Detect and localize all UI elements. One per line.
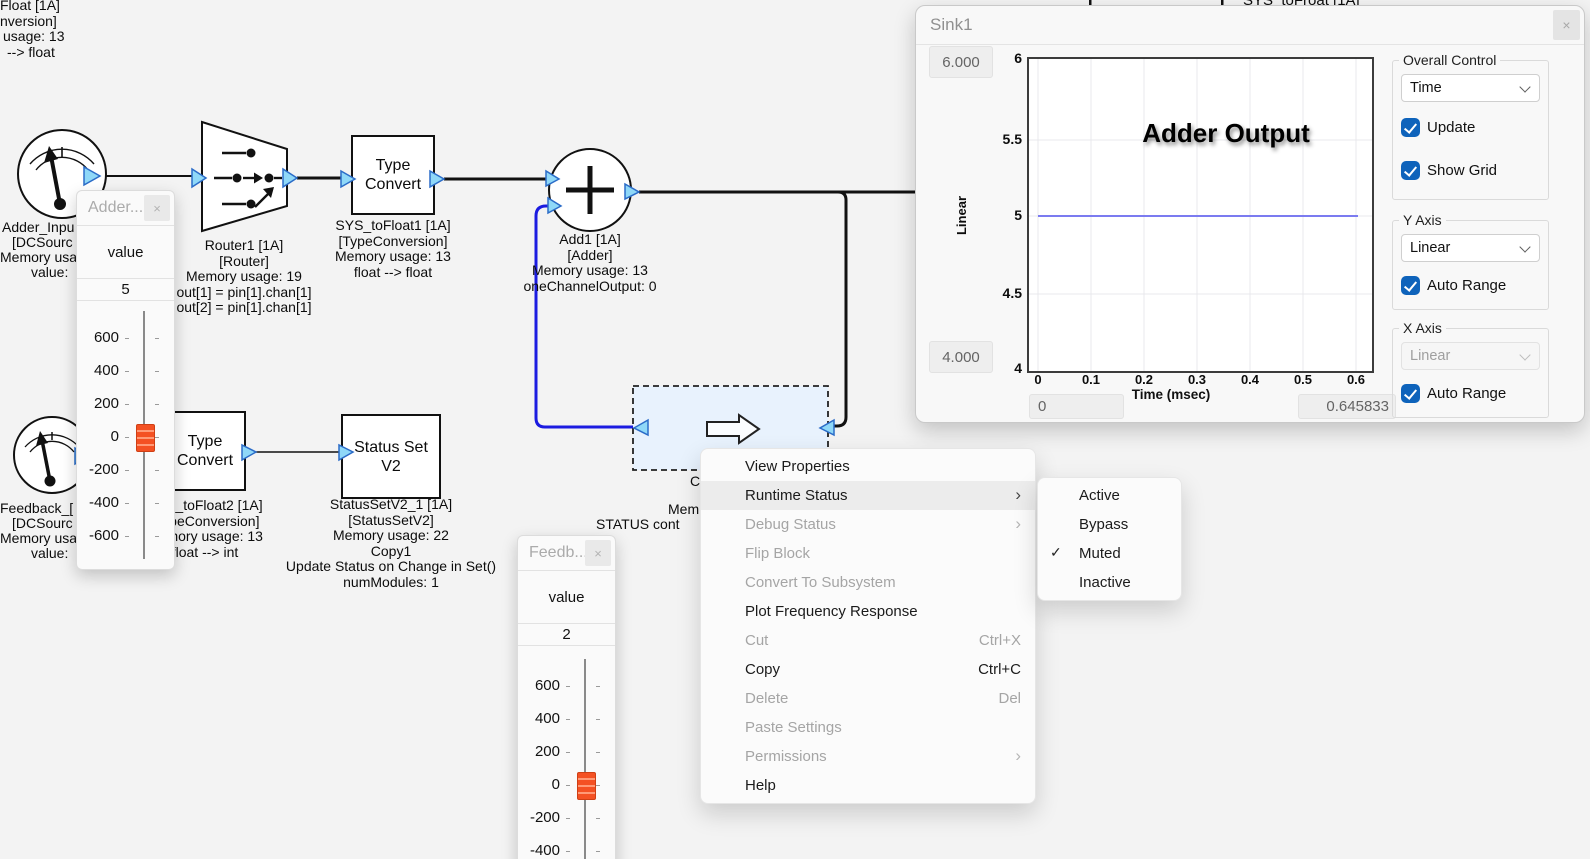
sink1-window: Sink1 × 6.000 4.000 Linear Adder Output … xyxy=(915,5,1585,423)
window-title: Sink1 xyxy=(930,15,973,35)
feedback-slider-panel: Feedb... × value 2 600 400 200 0 -200 -4… xyxy=(517,535,616,859)
window-titlebar[interactable]: Sink1 × xyxy=(916,6,1584,45)
panel-titlebar[interactable]: Feedb... × xyxy=(518,536,615,571)
value-field[interactable]: 2 xyxy=(518,624,615,646)
value-label: value xyxy=(518,571,615,624)
x-auto-range-row[interactable]: Auto Range xyxy=(1401,384,1540,403)
panel-title: Feedb... xyxy=(529,544,588,562)
menu-item-view-properties[interactable]: View Properties xyxy=(701,452,1035,481)
panel-title: Adder... xyxy=(88,199,143,217)
show-grid-checkbox-row[interactable]: Show Grid xyxy=(1401,161,1540,180)
submenu-item-inactive[interactable]: Inactive xyxy=(1038,568,1181,597)
menu-item-convert-to-subsystem: Convert To Subsystem xyxy=(701,568,1035,597)
tick-label: 600 xyxy=(518,678,560,694)
x-max-box: 0.645833 xyxy=(1298,394,1396,419)
type-convert2-text: Type Convert xyxy=(165,412,245,490)
checkbox-checked-icon[interactable] xyxy=(1401,118,1420,137)
group-legend: Overall Control xyxy=(1399,52,1500,68)
output-port xyxy=(283,169,297,187)
update-checkbox-row[interactable]: Update xyxy=(1401,118,1540,137)
submenu-arrow-icon: › xyxy=(1015,485,1021,505)
shortcut-label: Del xyxy=(998,690,1021,707)
y-max-box: 6.000 xyxy=(929,46,993,78)
checkbox-checked-icon[interactable] xyxy=(1401,384,1420,403)
close-icon[interactable]: × xyxy=(144,195,170,221)
status-label-fragment: STATUS cont xyxy=(596,516,680,532)
app-canvas: Float [1A] nversion] usage: 13 --> float… xyxy=(0,0,1590,859)
gauge1-label: Adder_Inpu xyxy=(2,219,74,235)
gauge2-label: Feedback_[ xyxy=(0,500,73,516)
x-axis-group: X Axis Linear Auto Range xyxy=(1392,320,1549,418)
submenu-item-bypass[interactable]: Bypass xyxy=(1038,510,1181,539)
plot-area xyxy=(1027,57,1374,373)
group-legend: Y Axis xyxy=(1399,212,1446,228)
plot-grid xyxy=(1029,59,1372,371)
memory-label-fragment: Mem xyxy=(668,501,699,517)
domain-dropdown[interactable]: Time xyxy=(1401,74,1540,102)
clipped-block-label-topleft: Float [1A] nversion] usage: 13 --> float xyxy=(0,0,65,60)
menu-item-help[interactable]: Help xyxy=(701,771,1035,800)
x-axis-label: Time (msec) xyxy=(1116,387,1226,402)
close-icon[interactable]: × xyxy=(1553,10,1580,40)
y-min-box: 4.000 xyxy=(929,341,993,373)
slider-handle[interactable] xyxy=(136,424,155,452)
menu-item-flip-block: Flip Block xyxy=(701,539,1035,568)
hidden-label-fragment: C xyxy=(690,473,700,489)
shortcut-label: Ctrl+X xyxy=(979,632,1021,649)
menu-item-plot-frequency-response[interactable]: Plot Frequency Response xyxy=(701,597,1035,626)
slider-handle[interactable] xyxy=(577,772,596,800)
value-label: value xyxy=(77,226,174,279)
adder-block[interactable] xyxy=(546,149,639,231)
overall-control-group: Overall Control Time Update Show Grid xyxy=(1392,52,1549,200)
y-tick: 6 xyxy=(988,50,1022,66)
checkbox-checked-icon[interactable] xyxy=(1401,161,1420,180)
checkbox-checked-icon[interactable] xyxy=(1401,276,1420,295)
chevron-down-icon xyxy=(1519,81,1530,92)
plot-title: Adder Output xyxy=(1116,118,1336,149)
adder-labels: Add1 [1A][Adder] Memory usage: 13oneChan… xyxy=(495,232,685,294)
x-tick: 0 xyxy=(1020,372,1056,387)
x-scale-dropdown: Linear xyxy=(1401,342,1540,370)
close-icon[interactable]: × xyxy=(585,540,611,566)
menu-item-cut: CutCtrl+X xyxy=(701,626,1035,655)
x-min-box: 0 xyxy=(1029,394,1124,419)
submenu-item-active[interactable]: Active xyxy=(1038,481,1181,510)
menu-item-copy[interactable]: CopyCtrl+C xyxy=(701,655,1035,684)
shortcut-label: Ctrl+C xyxy=(978,661,1021,678)
menu-item-paste-settings: Paste Settings xyxy=(701,713,1035,742)
status-set-text: Status Set V2 xyxy=(342,415,440,498)
tick-label: 600 xyxy=(77,330,119,346)
adder-slider-panel: Adder... × value 5 600 400 200 0 -200 -4… xyxy=(76,190,175,570)
y-axis-group: Y Axis Linear Auto Range xyxy=(1392,212,1549,310)
wire-branch-dashed-block xyxy=(834,192,846,426)
runtime-status-submenu: Active Bypass ✓ Muted Inactive xyxy=(1037,477,1182,601)
submenu-arrow-icon: › xyxy=(1015,514,1021,534)
output-port xyxy=(625,184,639,199)
y-scale-dropdown[interactable]: Linear xyxy=(1401,234,1540,262)
group-legend: X Axis xyxy=(1399,320,1446,336)
y-auto-range-row[interactable]: Auto Range xyxy=(1401,276,1540,295)
menu-item-permissions: Permissions› xyxy=(701,742,1035,771)
panel-titlebar[interactable]: Adder... × xyxy=(77,191,174,226)
submenu-arrow-icon: › xyxy=(1015,746,1021,766)
submenu-item-muted[interactable]: ✓ Muted xyxy=(1038,539,1181,568)
menu-item-debug-status: Debug Status› xyxy=(701,510,1035,539)
y-scale-rotated-label: Linear xyxy=(954,188,969,243)
router-labels: Router1 [1A][Router] Memory usage: 19out… xyxy=(159,238,329,316)
type-convert1-text: Type Convert xyxy=(352,136,434,214)
chevron-down-icon xyxy=(1519,241,1530,252)
tc1-labels: SYS_toFloat1 [1A][TypeConversion] Memory… xyxy=(308,218,478,280)
value-field[interactable]: 5 xyxy=(77,279,174,301)
menu-item-delete: DeleteDel xyxy=(701,684,1035,713)
status-set-labels: StatusSetV2_1 [1A][StatusSetV2] Memory u… xyxy=(261,497,521,591)
router-block[interactable] xyxy=(192,122,297,231)
chevron-down-icon xyxy=(1519,349,1530,360)
context-menu: View Properties Runtime Status› Debug St… xyxy=(700,448,1036,804)
checkmark-icon: ✓ xyxy=(1050,544,1062,561)
menu-item-runtime-status[interactable]: Runtime Status› xyxy=(701,481,1035,510)
